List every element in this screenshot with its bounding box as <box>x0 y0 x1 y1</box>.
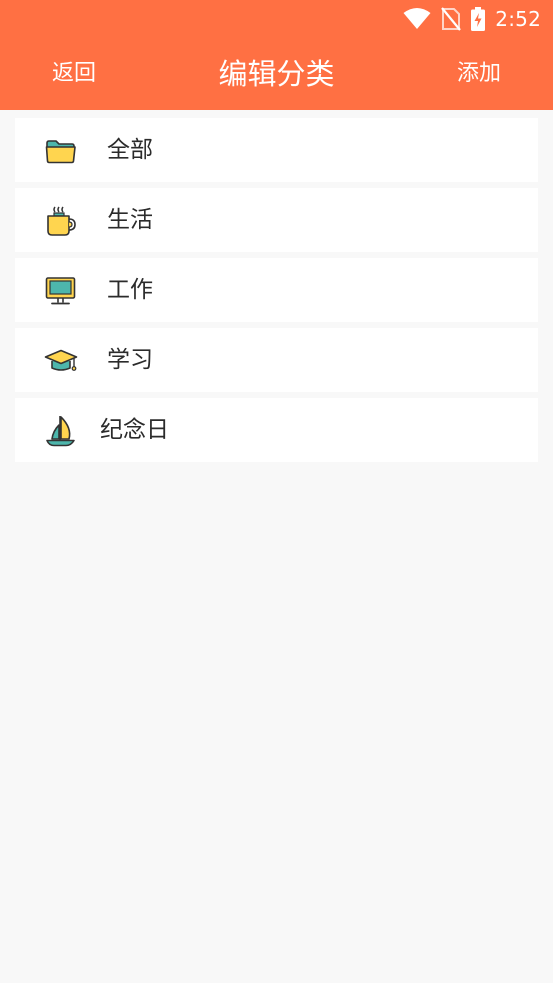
back-button[interactable]: 返回 <box>52 60 96 88</box>
category-label: 生活 <box>107 207 153 233</box>
category-item-all[interactable]: 全部 <box>15 118 538 182</box>
category-item-work[interactable]: 工作 <box>15 258 538 322</box>
folder-icon <box>44 134 78 168</box>
no-sim-icon <box>441 7 462 31</box>
category-label: 工作 <box>107 277 153 303</box>
coffee-mug-icon <box>44 204 78 238</box>
wifi-icon <box>403 8 431 30</box>
monitor-icon <box>44 274 78 308</box>
status-time: 2:52 <box>495 7 541 31</box>
add-button[interactable]: 添加 <box>457 60 501 88</box>
battery-charging-icon <box>471 7 486 31</box>
category-label: 学习 <box>107 347 153 373</box>
category-item-life[interactable]: 生活 <box>15 188 538 252</box>
category-label: 全部 <box>107 137 153 163</box>
sailboat-icon <box>44 414 78 448</box>
status-bar: 2:52 <box>403 6 541 32</box>
category-item-anniversary[interactable]: 纪念日 <box>15 398 538 462</box>
category-list: 全部 生活 工作 学习 纪念日 <box>15 118 538 468</box>
category-item-study[interactable]: 学习 <box>15 328 538 392</box>
category-label: 纪念日 <box>100 417 169 443</box>
app-header: 2:52 返回 编辑分类 添加 <box>0 0 553 110</box>
graduation-cap-icon <box>44 344 78 378</box>
